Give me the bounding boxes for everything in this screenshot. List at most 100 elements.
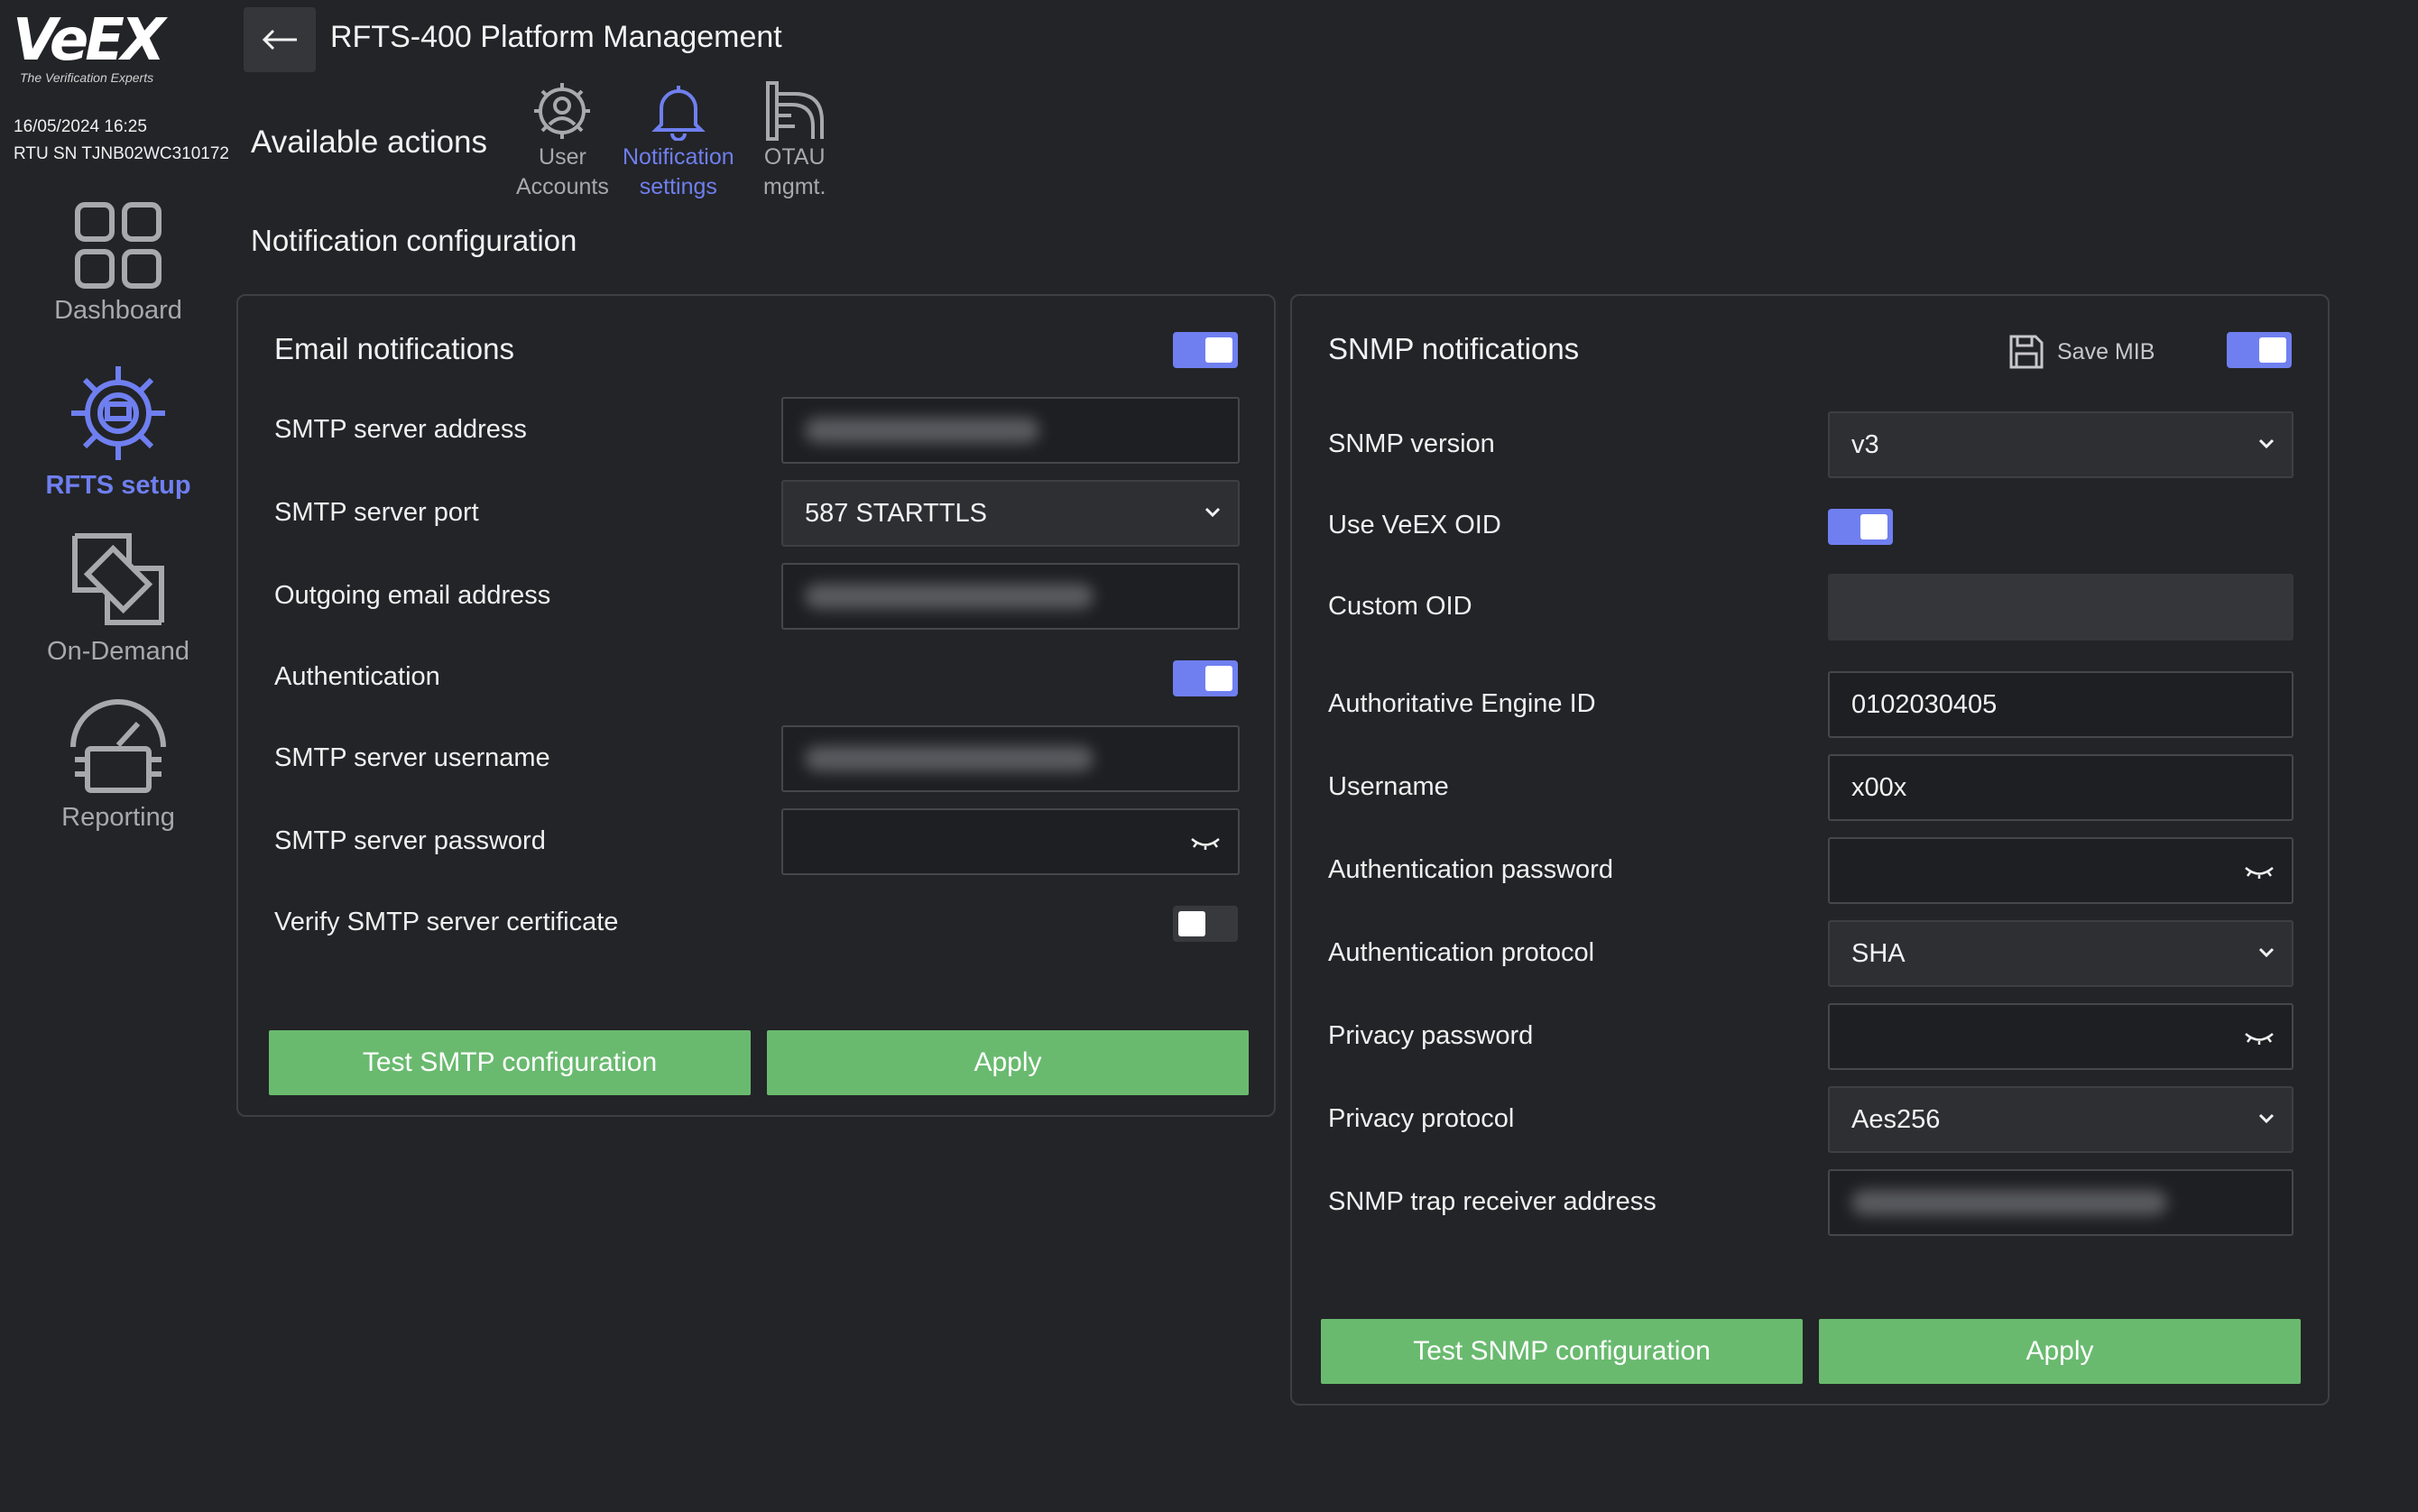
snmp-notifications-toggle[interactable] [2227, 332, 2292, 368]
trap-receiver-input[interactable] [1828, 1169, 2293, 1236]
verify-certificate-toggle[interactable] [1173, 906, 1238, 942]
logo-wordmark: VeEX [13, 7, 165, 74]
eye-closed-icon[interactable] [2243, 865, 2275, 880]
action-label-line2: Accounts [516, 174, 609, 199]
gauge-icon [70, 699, 166, 793]
auth-protocol-value: SHA [1851, 938, 1906, 968]
email-notifications-toggle[interactable] [1173, 332, 1238, 368]
chevron-down-icon [2258, 438, 2275, 449]
sidebar-item-label: Dashboard [54, 296, 182, 325]
sidebar-item-dashboard[interactable]: Dashboard [0, 200, 236, 326]
action-label-line1: OTAU [763, 144, 826, 170]
auth-protocol-select[interactable]: SHA [1828, 920, 2293, 987]
toggle-knob [1205, 666, 1232, 691]
sidebar-item-label: On-Demand [47, 637, 189, 666]
toggle-knob [2259, 337, 2286, 363]
snmp-username-input[interactable]: x00x [1828, 754, 2293, 821]
eye-closed-icon[interactable] [2243, 1031, 2275, 1046]
custom-oid-label: Custom OID [1328, 592, 1472, 621]
auth-password-input[interactable] [1828, 837, 2293, 904]
smtp-password-label: SMTP server password [274, 826, 546, 855]
current-datetime: 16/05/2024 16:25 [14, 117, 147, 136]
action-user-accounts[interactable]: User Accounts [516, 81, 609, 202]
email-apply-button[interactable]: Apply [767, 1030, 1249, 1095]
smtp-address-input[interactable] [781, 397, 1240, 464]
email-notifications-panel: Email notifications SMTP server address … [236, 294, 1276, 1117]
custom-oid-input[interactable] [1828, 574, 2293, 641]
on-demand-icon [72, 533, 164, 625]
page-title: RFTS-400 Platform Management [330, 20, 782, 54]
back-button[interactable] [244, 7, 316, 72]
gear-icon [71, 366, 165, 460]
device-meta: 16/05/2024 16:25 RTU SN TJNB02WC310172 [14, 114, 229, 168]
action-label-line1: User [539, 144, 586, 170]
action-label-line2: settings [639, 174, 717, 199]
smtp-port-select[interactable]: 587 STARTTLS [781, 480, 1240, 547]
sidebar-item-reporting[interactable]: Reporting [0, 693, 236, 833]
redacted-value [805, 584, 1094, 609]
test-snmp-button[interactable]: Test SNMP configuration [1321, 1319, 1803, 1384]
privacy-password-label: Privacy password [1328, 1021, 1534, 1050]
chevron-down-icon [1204, 507, 1221, 518]
section-title: Notification configuration [251, 224, 577, 257]
privacy-protocol-value: Aes256 [1851, 1104, 1941, 1134]
snmp-version-select[interactable]: v3 [1828, 411, 2293, 478]
use-veex-oid-toggle[interactable] [1828, 509, 1893, 545]
toggle-knob [1205, 337, 1232, 363]
chevron-down-icon [2258, 1113, 2275, 1124]
arrow-left-icon [262, 29, 297, 51]
action-label-line1: Notification [623, 144, 734, 170]
snmp-version-label: SNMP version [1328, 429, 1495, 458]
privacy-password-input[interactable] [1828, 1003, 2293, 1070]
sidebar-item-label: RFTS setup [45, 471, 191, 500]
test-smtp-button[interactable]: Test SMTP configuration [269, 1030, 751, 1095]
privacy-protocol-label: Privacy protocol [1328, 1104, 1515, 1133]
privacy-protocol-select[interactable]: Aes256 [1828, 1086, 2293, 1153]
engine-id-input[interactable]: 0102030405 [1828, 671, 2293, 738]
authentication-label: Authentication [274, 662, 440, 691]
chevron-down-icon [2258, 947, 2275, 958]
redacted-value [805, 418, 1039, 443]
sidebar-item-rfts-setup[interactable]: RFTS setup [0, 361, 236, 501]
action-label-line2: mgmt. [763, 174, 826, 199]
verify-certificate-label: Verify SMTP server certificate [274, 908, 619, 936]
action-otau-mgmt[interactable]: OTAU mgmt. [763, 81, 826, 202]
toggle-knob [1860, 514, 1887, 539]
snmp-apply-button[interactable]: Apply [1819, 1319, 2301, 1384]
auth-protocol-label: Authentication protocol [1328, 938, 1595, 967]
save-mib-label: Save MIB [2057, 338, 2155, 364]
use-veex-oid-label: Use VeEX OID [1328, 511, 1501, 539]
sidebar-item-label: Reporting [61, 803, 175, 832]
snmp-username-value: x00x [1851, 772, 1907, 802]
email-panel-title: Email notifications [274, 332, 514, 365]
outgoing-email-label: Outgoing email address [274, 581, 551, 610]
user-gear-icon [534, 83, 591, 139]
auth-password-label: Authentication password [1328, 855, 1613, 884]
smtp-address-label: SMTP server address [274, 415, 527, 444]
snmp-notifications-panel: SNMP notifications Save MIB SNMP version… [1290, 294, 2330, 1406]
engine-id-label: Authoritative Engine ID [1328, 689, 1596, 718]
bell-icon [651, 86, 706, 141]
outgoing-email-input[interactable] [781, 563, 1240, 630]
action-notification-settings[interactable]: Notification settings [623, 81, 734, 202]
sidebar-item-on-demand[interactable]: On-Demand [0, 527, 236, 667]
save-mib-button[interactable]: Save MIB [2008, 334, 2155, 370]
snmp-panel-title: SNMP notifications [1328, 332, 1580, 365]
smtp-port-value: 587 STARTTLS [805, 498, 988, 528]
authentication-toggle[interactable] [1173, 660, 1238, 696]
veex-logo: VeEX The Verification Experts [13, 11, 193, 88]
eye-closed-icon[interactable] [1189, 836, 1222, 851]
floppy-disk-icon [2009, 335, 2044, 369]
snmp-version-value: v3 [1851, 429, 1879, 459]
trap-receiver-label: SNMP trap receiver address [1328, 1187, 1657, 1216]
otau-switch-icon [765, 81, 824, 141]
redacted-value [805, 746, 1094, 771]
logo-tagline: The Verification Experts [20, 70, 154, 85]
available-actions-label: Available actions [251, 124, 488, 160]
dashboard-grid-icon [75, 202, 162, 289]
redacted-value [1851, 1190, 2167, 1215]
smtp-password-input[interactable] [781, 808, 1240, 875]
smtp-username-input[interactable] [781, 725, 1240, 792]
rtu-serial-number: RTU SN TJNB02WC310172 [14, 144, 230, 163]
engine-id-value: 0102030405 [1851, 689, 1998, 719]
